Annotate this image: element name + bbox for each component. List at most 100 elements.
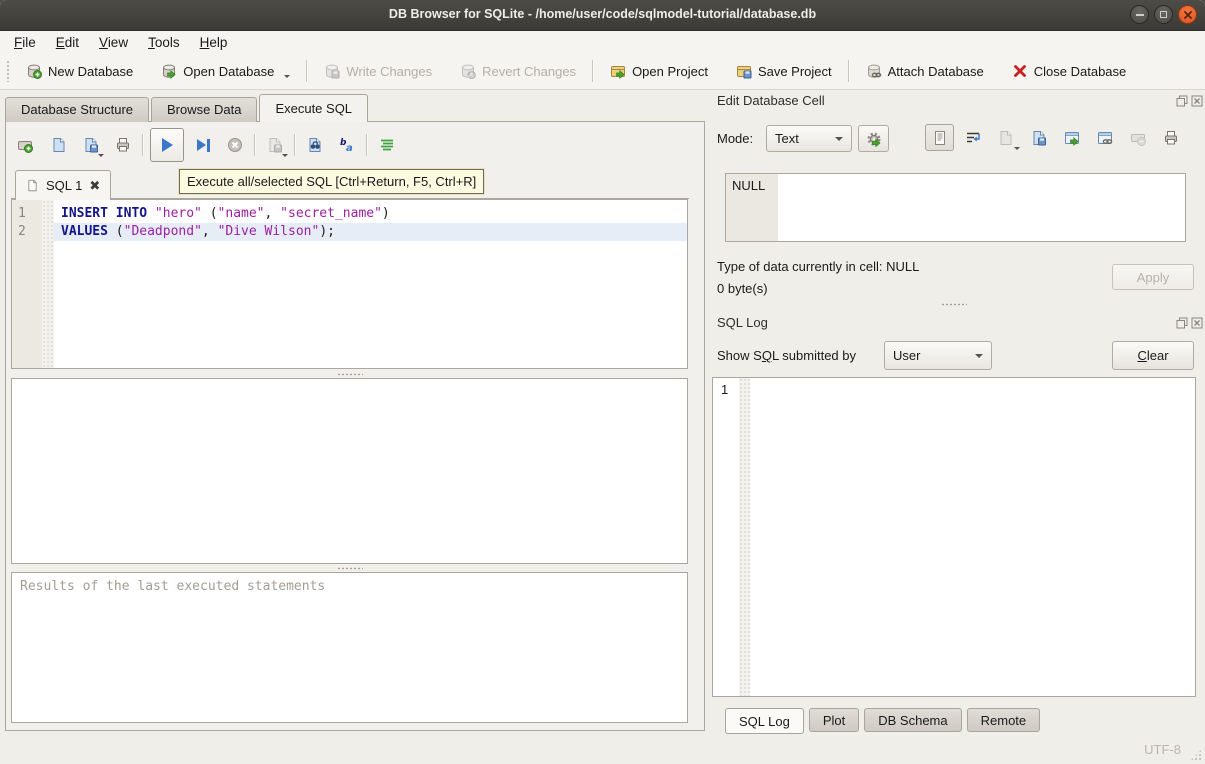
main-tab-bar: Database Structure Browse Data Execute S… xyxy=(5,95,370,122)
save-project-label: Save Project xyxy=(758,64,832,79)
encoding-indicator: UTF-8 xyxy=(1144,742,1181,757)
save-sql-file-button[interactable] xyxy=(78,132,104,158)
export-file-icon xyxy=(1031,130,1047,146)
revert-changes-button[interactable]: Revert Changes xyxy=(452,59,584,83)
word-wrap-button[interactable] xyxy=(958,124,987,151)
minimize-button[interactable] xyxy=(1130,5,1149,24)
execute-line-icon xyxy=(197,139,210,152)
text-mode-toggle-button[interactable] xyxy=(925,124,954,151)
maximize-button[interactable] xyxy=(1154,5,1173,24)
title-bar[interactable]: DB Browser for SQLite - /home/user/code/… xyxy=(0,0,1205,31)
close-button[interactable] xyxy=(1178,5,1197,24)
import-settings-button[interactable] xyxy=(858,125,889,152)
cell-value-editor[interactable]: NULL xyxy=(725,173,1186,242)
menu-view[interactable]: View xyxy=(89,33,138,52)
float-dock-button[interactable] xyxy=(1176,95,1188,107)
mode-combobox[interactable]: Text xyxy=(766,125,852,152)
tab-database-structure[interactable]: Database Structure xyxy=(5,97,149,122)
print-sql-button[interactable] xyxy=(110,132,136,158)
editor-results-splitter[interactable] xyxy=(11,372,688,377)
new-sql-tab-button[interactable] xyxy=(12,132,38,158)
find-button[interactable] xyxy=(302,132,328,158)
apply-button[interactable]: Apply xyxy=(1112,264,1194,290)
code-area[interactable]: INSERT INTO "hero" ("name", "secret_name… xyxy=(54,200,687,368)
save-results-icon xyxy=(267,137,283,153)
svg-text:a: a xyxy=(346,143,353,153)
app-window: DB Browser for SQLite - /home/user/code/… xyxy=(0,0,1205,764)
sql-tab-label: SQL 1 xyxy=(46,178,82,193)
open-database-dropdown-caret[interactable] xyxy=(284,75,290,78)
dock-tab-plot[interactable]: Plot xyxy=(809,708,859,732)
log-fold-margin xyxy=(739,378,750,696)
close-dock-icon xyxy=(1191,317,1203,329)
sql-log-view[interactable]: 1 xyxy=(712,377,1196,697)
write-changes-icon xyxy=(324,63,340,79)
code-line-1: INSERT INTO "hero" ("name", "secret_name… xyxy=(54,205,687,223)
save-results-dropdown-caret[interactable] xyxy=(282,154,288,157)
save-project-button[interactable]: Save Project xyxy=(728,59,840,83)
dock-tab-db-schema[interactable]: DB Schema xyxy=(864,708,961,732)
sql-log-filter-label: Show SQL submitted by xyxy=(717,348,856,363)
cell-type-info: Type of data currently in cell: NULL xyxy=(717,259,919,274)
clear-log-button[interactable]: Clear xyxy=(1112,341,1194,370)
sql-document-tab[interactable]: SQL 1 ✖ xyxy=(15,170,111,200)
open-project-button[interactable]: Open Project xyxy=(602,59,716,83)
tab-browse-data[interactable]: Browse Data xyxy=(151,97,257,122)
results-message-splitter[interactable] xyxy=(11,566,688,571)
format-sql-button[interactable] xyxy=(374,132,400,158)
toolbar-separator xyxy=(592,60,594,82)
open-database-button[interactable]: Open Database xyxy=(153,59,298,83)
text-document-icon xyxy=(932,130,948,146)
execute-current-line-button[interactable] xyxy=(190,132,216,158)
close-dock-button[interactable] xyxy=(1191,317,1203,329)
dock-tab-bar: SQL Log Plot DB Schema Remote xyxy=(725,708,1040,734)
import-data-button[interactable] xyxy=(991,124,1020,151)
dock-splitter[interactable] xyxy=(712,301,1196,307)
edit-cell-title: Edit Database Cell xyxy=(717,93,825,108)
maximize-icon xyxy=(1160,11,1167,18)
execute-all-button[interactable] xyxy=(150,128,184,162)
open-in-external-button[interactable] xyxy=(1057,124,1086,151)
copy-link-button[interactable] xyxy=(1090,124,1119,151)
window-title: DB Browser for SQLite - /home/user/code/… xyxy=(0,7,1205,21)
revert-changes-label: Revert Changes xyxy=(482,64,576,79)
cell-editor-toolbar xyxy=(925,124,1185,151)
dock-tab-sql-log[interactable]: SQL Log xyxy=(725,708,804,734)
format-icon xyxy=(379,137,395,153)
dock-tab-remote[interactable]: Remote xyxy=(967,708,1041,732)
menu-help[interactable]: Help xyxy=(190,33,238,52)
sql-log-dock-buttons xyxy=(1176,317,1203,329)
set-null-icon xyxy=(1130,130,1146,146)
results-message-pane[interactable]: Results of the last executed statements xyxy=(11,572,688,723)
sql-toolbar-separator xyxy=(142,134,144,156)
cell-null-text: NULL xyxy=(732,178,765,193)
set-null-button[interactable] xyxy=(1123,124,1152,151)
toolbar-drag-handle[interactable] xyxy=(6,60,10,82)
new-tab-icon xyxy=(17,137,33,153)
menu-file[interactable]: File xyxy=(4,33,46,52)
export-data-button[interactable] xyxy=(1024,124,1053,151)
results-grid-pane[interactable] xyxy=(11,378,688,564)
resize-grip[interactable] xyxy=(1190,749,1202,761)
menu-edit[interactable]: Edit xyxy=(46,33,89,52)
attach-database-button[interactable]: Attach Database xyxy=(858,59,992,83)
save-results-button[interactable] xyxy=(262,132,288,158)
tab-execute-sql[interactable]: Execute SQL xyxy=(259,94,368,122)
sql-editor[interactable]: 1 2 INSERT INTO "hero" ("name", "secret_… xyxy=(11,199,688,369)
stop-execution-button[interactable] xyxy=(222,132,248,158)
write-changes-button[interactable]: Write Changes xyxy=(316,59,440,83)
float-dock-button[interactable] xyxy=(1176,317,1188,329)
print-cell-button[interactable] xyxy=(1156,124,1185,151)
menu-tools[interactable]: Tools xyxy=(138,33,190,52)
close-dock-icon xyxy=(1191,95,1203,107)
find-icon xyxy=(307,137,323,153)
sql-tab-close-button[interactable]: ✖ xyxy=(89,178,100,194)
open-sql-file-button[interactable] xyxy=(46,132,72,158)
open-project-label: Open Project xyxy=(632,64,708,79)
new-database-button[interactable]: New Database xyxy=(18,59,141,83)
close-dock-button[interactable] xyxy=(1191,95,1203,107)
close-database-button[interactable]: Close Database xyxy=(1004,59,1135,83)
find-replace-button[interactable]: ba xyxy=(334,132,360,158)
log-source-combobox[interactable]: User xyxy=(884,341,992,370)
save-file-dropdown-caret[interactable] xyxy=(98,154,104,157)
